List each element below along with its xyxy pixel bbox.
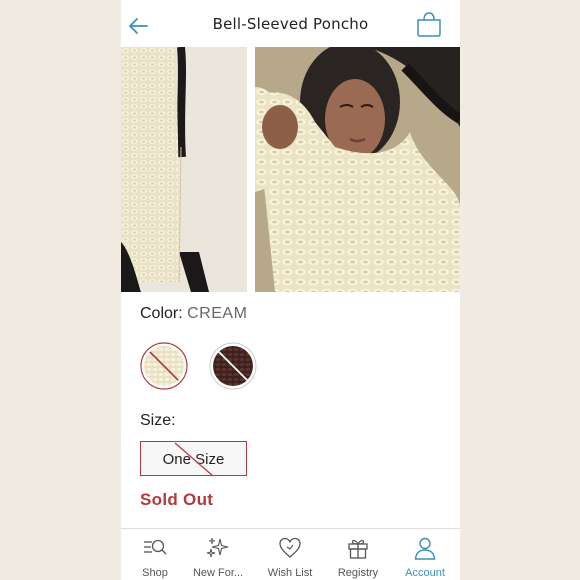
- color-selector-label: Color: CREAM: [140, 305, 247, 323]
- heart-icon: [279, 537, 301, 558]
- color-value: CREAM: [187, 305, 248, 322]
- tab-wish-list-label: Wish List: [267, 567, 313, 579]
- tab-wish-list[interactable]: Wish List: [256, 529, 324, 580]
- product-photo-model[interactable]: [255, 47, 460, 292]
- tab-new-for-label: New For...: [192, 567, 244, 579]
- sold-out-status: Sold Out: [140, 490, 214, 509]
- bottom-tab-bar: Shop New For... Wish List Registry Accou…: [121, 528, 460, 580]
- size-option-one-size[interactable]: One Size: [140, 441, 247, 477]
- product-photo-side[interactable]: [121, 47, 247, 292]
- tab-account-label: Account: [405, 567, 445, 579]
- gift-icon: [348, 539, 368, 559]
- unavailable-strike: [174, 442, 214, 477]
- color-label: Color:: [140, 305, 188, 322]
- shopping-bag-icon[interactable]: [415, 10, 443, 38]
- app-screen: Bell-Sleeved Poncho Color: CREAM Size: O…: [121, 0, 460, 580]
- tab-registry[interactable]: Registry: [324, 529, 392, 580]
- header: Bell-Sleeved Poncho: [121, 0, 460, 47]
- tab-account[interactable]: Account: [391, 529, 459, 580]
- sparkle-icon: [206, 537, 229, 558]
- size-label: Size:: [140, 412, 176, 429]
- tab-new-for[interactable]: New For...: [184, 529, 252, 580]
- tab-shop[interactable]: Shop: [121, 529, 189, 580]
- tab-registry-label: Registry: [337, 567, 379, 579]
- shop-search-icon: [144, 539, 167, 555]
- product-gallery[interactable]: [121, 47, 460, 292]
- person-icon: [414, 537, 436, 560]
- swatch-dark[interactable]: [209, 342, 257, 390]
- tab-shop-label: Shop: [142, 567, 168, 579]
- swatch-cream[interactable]: [140, 342, 188, 390]
- page-title: Bell-Sleeved Poncho: [212, 15, 369, 33]
